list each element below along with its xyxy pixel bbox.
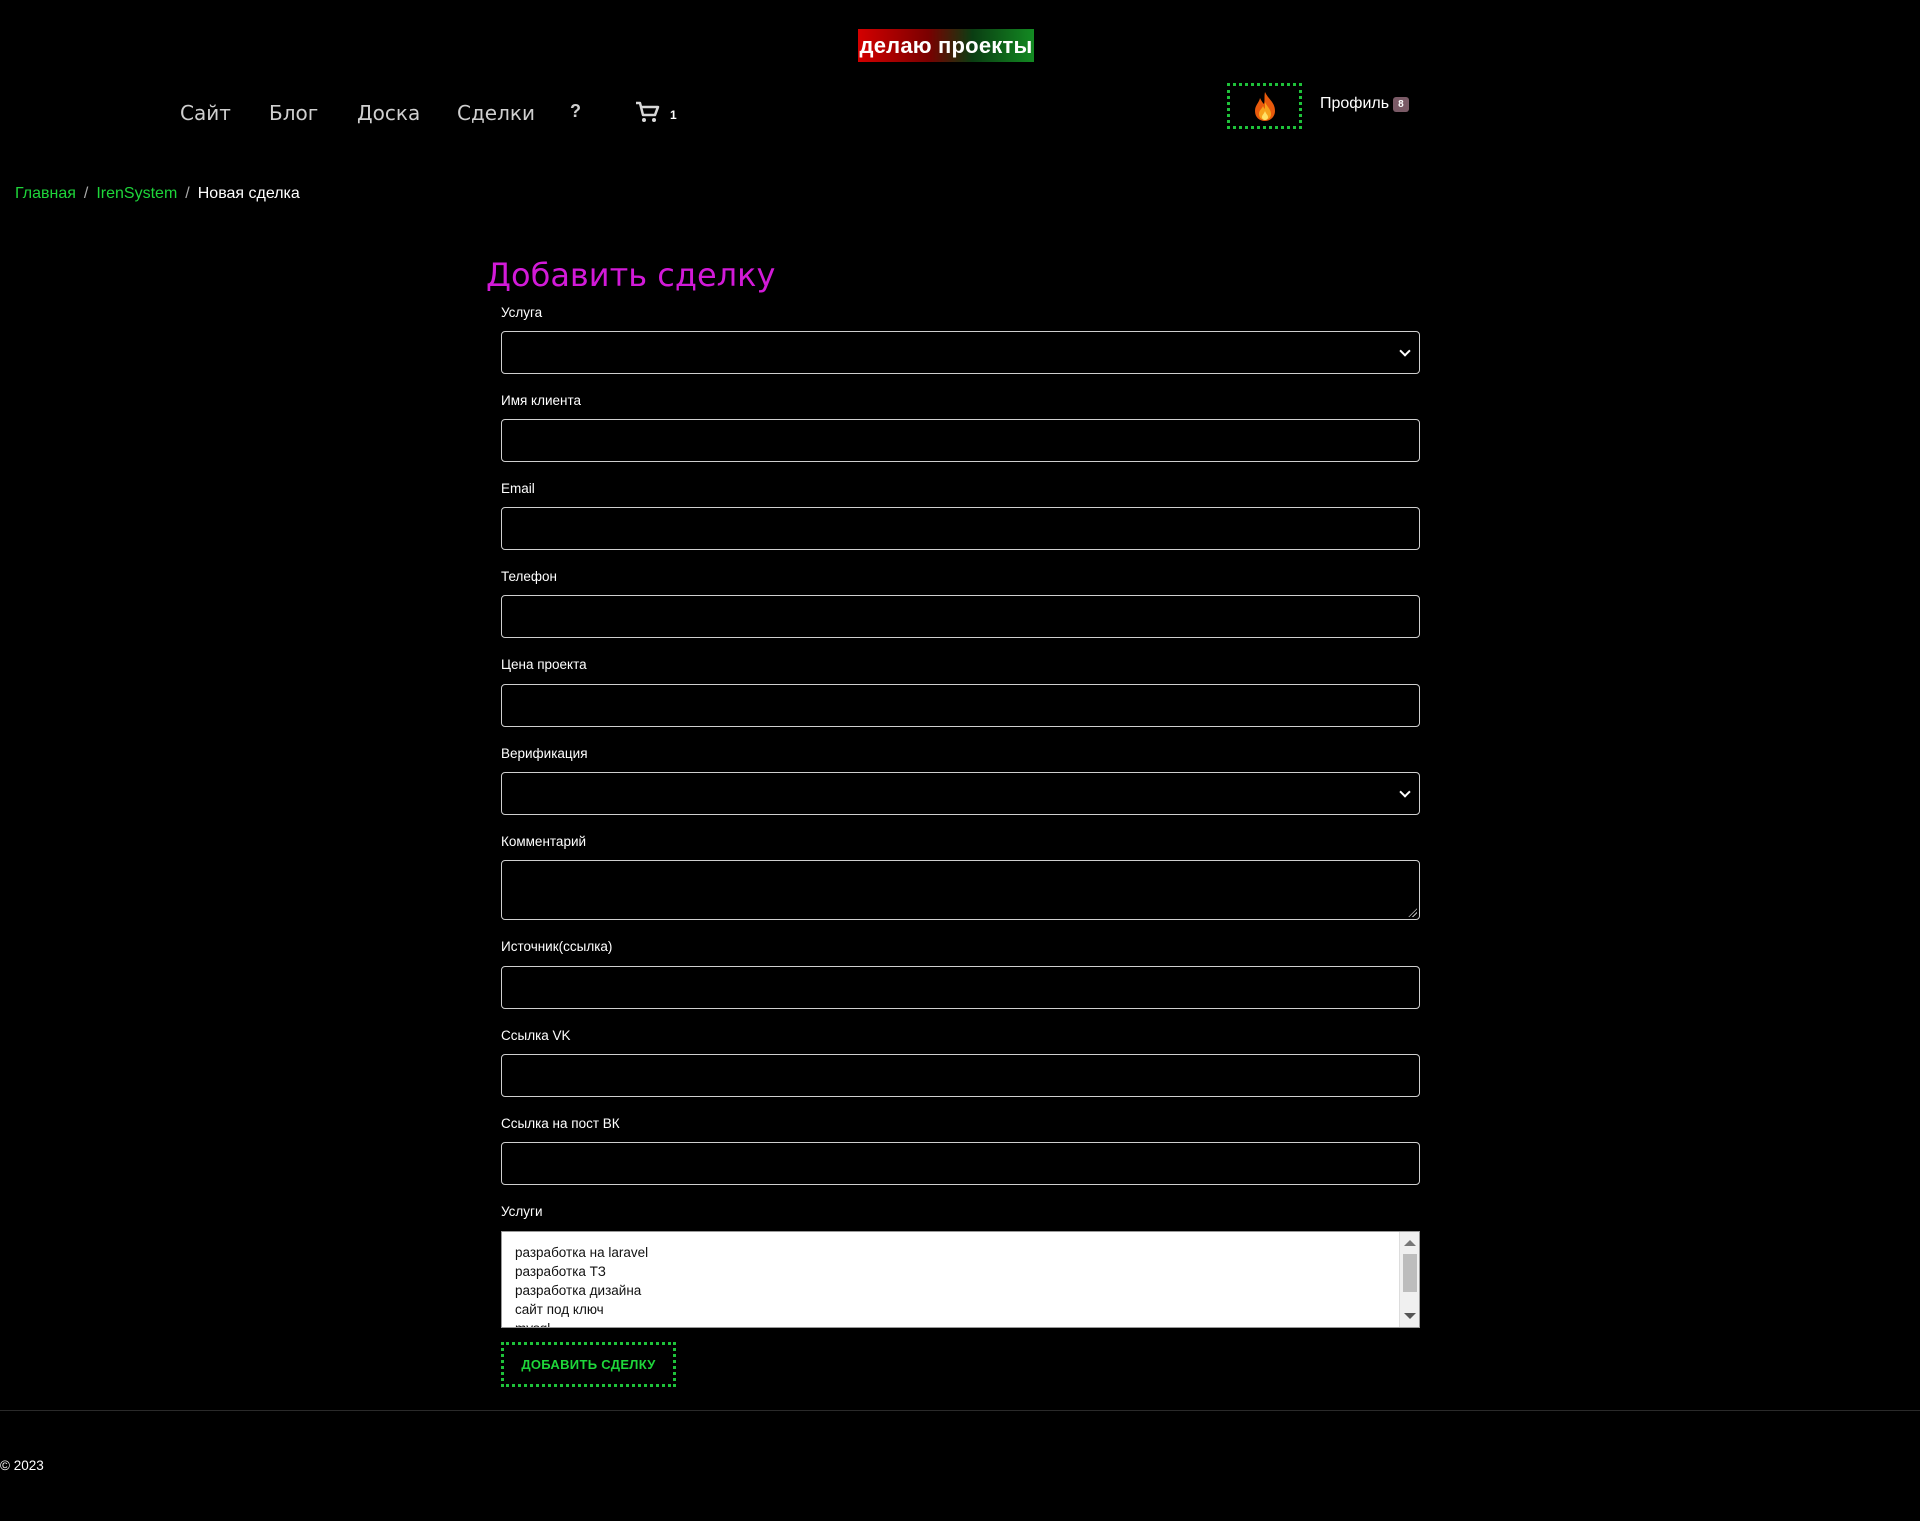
source-input[interactable] (501, 966, 1420, 1009)
price-input[interactable] (501, 684, 1420, 727)
help-link[interactable]: ? (570, 101, 581, 122)
vk-link-input[interactable] (501, 1054, 1420, 1097)
service-select[interactable] (501, 331, 1420, 374)
page-title: Добавить сделку (486, 256, 776, 294)
services-options: разработка на laravel разработка ТЗ разр… (515, 1243, 1397, 1327)
price-label: Цена проекта (501, 657, 587, 672)
nav-site[interactable]: Сайт (180, 101, 231, 125)
services-multiselect[interactable]: разработка на laravel разработка ТЗ разр… (501, 1231, 1420, 1328)
service-label: Услуга (501, 305, 543, 320)
services-option[interactable]: разработка дизайна (515, 1281, 1397, 1300)
nav-board[interactable]: Доска (357, 101, 420, 125)
site-logo[interactable]: делаю проекты (858, 29, 1034, 62)
client-name-input[interactable] (501, 419, 1420, 462)
services-label: Услуги (501, 1204, 543, 1219)
nav-deals[interactable]: Сделки (457, 101, 535, 125)
footer-divider (0, 1410, 1920, 1411)
breadcrumb-home[interactable]: Главная (15, 185, 76, 202)
email-label: Email (501, 481, 535, 496)
fire-button[interactable] (1227, 83, 1302, 129)
comment-textarea[interactable] (501, 860, 1420, 920)
cart-icon[interactable] (634, 100, 660, 124)
cart-count: 1 (670, 108, 677, 122)
comment-label: Комментарий (501, 834, 587, 849)
services-scrollbar[interactable] (1399, 1232, 1419, 1327)
breadcrumb-current: Новая сделка (197, 185, 300, 202)
scroll-thumb[interactable] (1403, 1254, 1417, 1292)
verification-label: Верификация (501, 746, 588, 761)
profile-badge: 8 (1393, 97, 1409, 112)
vk-post-input[interactable] (501, 1142, 1420, 1185)
client-name-label: Имя клиента (501, 393, 582, 408)
fire-icon (1254, 92, 1275, 121)
add-deal-button[interactable]: ДОБАВИТЬ СДЕЛКУ (501, 1342, 676, 1387)
breadcrumb-irensystem[interactable]: IrenSystem (96, 185, 177, 202)
scroll-up-icon[interactable] (1404, 1240, 1416, 1246)
verification-select[interactable] (501, 772, 1420, 815)
copyright: © 2023 (0, 1458, 44, 1473)
resize-grip-icon[interactable] (1408, 908, 1417, 917)
services-option[interactable]: разработка на laravel (515, 1243, 1397, 1262)
profile-label: Профиль (1320, 95, 1390, 112)
source-label: Источник(ссылка) (501, 939, 613, 954)
nav-blog[interactable]: Блог (269, 101, 318, 125)
breadcrumb: Главная / IrenSystem / Новая сделка (15, 185, 300, 203)
vk-post-label: Ссылка на пост ВК (501, 1116, 620, 1131)
breadcrumb-separator: / (185, 185, 190, 202)
scroll-down-icon[interactable] (1404, 1313, 1416, 1319)
cart-icon-svg (636, 101, 660, 122)
vk-link-label: Ссылка VK (501, 1028, 571, 1043)
services-option[interactable]: разработка ТЗ (515, 1262, 1397, 1281)
services-option[interactable]: сайт под ключ (515, 1300, 1397, 1319)
phone-input[interactable] (501, 595, 1420, 638)
phone-label: Телефон (501, 569, 558, 584)
services-option[interactable]: mysql (515, 1319, 1397, 1327)
breadcrumb-separator: / (83, 185, 89, 202)
profile-link[interactable]: Профиль 8 (1320, 95, 1409, 113)
email-input[interactable] (501, 507, 1420, 550)
